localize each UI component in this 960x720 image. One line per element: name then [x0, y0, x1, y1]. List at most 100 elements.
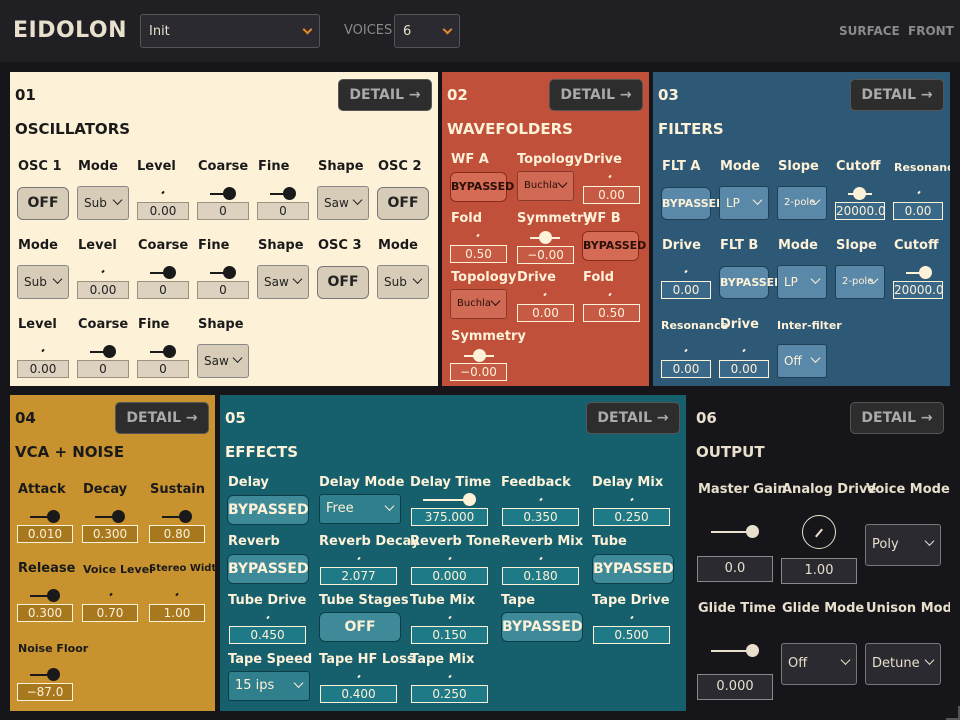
tape-speed-select[interactable]: 15 ips — [228, 671, 310, 701]
topology1-select[interactable]: Buchla — [517, 171, 574, 201]
drive1-knob[interactable] — [608, 174, 612, 179]
fine2-value[interactable]: 0 — [197, 281, 249, 299]
fine3-value[interactable]: 0 — [137, 360, 189, 378]
mode3-select[interactable]: Sub — [377, 265, 429, 299]
reverb-decay-knob[interactable] — [357, 556, 361, 561]
wfa-toggle[interactable]: BYPASSED — [450, 172, 514, 202]
delay-time-value[interactable]: 375.000 — [411, 508, 488, 526]
detail-button[interactable]: DETAIL → — [850, 79, 944, 111]
detail-button[interactable]: DETAIL → — [338, 79, 432, 111]
slider-knob[interactable] — [283, 187, 296, 200]
level1-knob[interactable] — [161, 190, 165, 195]
level2-value[interactable]: 0.00 — [77, 281, 129, 299]
front-link[interactable]: FRONT — [908, 24, 954, 38]
slider-knob[interactable] — [223, 187, 236, 200]
delay-mode-select[interactable]: Free — [319, 494, 401, 524]
coarse2-value[interactable]: 0 — [137, 281, 189, 299]
drive1-value[interactable]: 0.00 — [583, 186, 640, 204]
release-value[interactable]: 0.300 — [17, 604, 73, 622]
drive2-value[interactable]: 0.00 — [719, 360, 769, 378]
osc3-toggle[interactable]: OFF — [317, 266, 369, 299]
slope2-select[interactable]: 2-pole — [835, 265, 885, 299]
wfb-toggle[interactable]: BYPASSED — [582, 231, 646, 261]
coarse3-slider[interactable] — [90, 345, 116, 358]
tube-mix-knob[interactable] — [448, 615, 452, 620]
cutoff1-slider[interactable] — [848, 187, 872, 200]
detail-button[interactable]: DETAIL → — [115, 402, 209, 434]
slider-knob[interactable] — [853, 187, 866, 200]
fold2-knob[interactable] — [608, 292, 612, 297]
tube-stages-toggle[interactable]: OFF — [319, 612, 401, 642]
reverb-mix-value[interactable]: 0.180 — [502, 567, 579, 585]
resonance2-knob[interactable] — [684, 348, 688, 353]
tape-drive-value[interactable]: 0.500 — [593, 626, 670, 644]
drive1-value[interactable]: 0.00 — [661, 281, 711, 299]
delay-mix-value[interactable]: 0.250 — [593, 508, 670, 526]
tape-drive-knob[interactable] — [630, 615, 634, 620]
slider-knob[interactable] — [463, 493, 476, 506]
reverb-tone-knob[interactable] — [448, 556, 452, 561]
level3-knob[interactable] — [41, 348, 45, 353]
level1-value[interactable]: 0.00 — [137, 202, 189, 220]
slider-knob[interactable] — [539, 231, 552, 244]
slider-knob[interactable] — [746, 644, 759, 657]
resize-handle-icon[interactable] — [946, 706, 960, 720]
voices-select[interactable]: 6 — [394, 14, 460, 48]
symmetry2-value[interactable]: −0.00 — [450, 363, 507, 381]
slider-knob[interactable] — [47, 589, 60, 602]
fold1-value[interactable]: 0.50 — [450, 245, 507, 263]
master-gain-slider[interactable] — [711, 525, 759, 538]
stereo-width-knob[interactable] — [175, 592, 179, 597]
slider-knob[interactable] — [919, 266, 932, 279]
glide-mode-select[interactable]: Off — [781, 643, 857, 685]
drive2-value[interactable]: 0.00 — [517, 304, 574, 322]
voice-level-value[interactable]: 0.70 — [82, 604, 138, 622]
noise-floor-value[interactable]: −87.0 — [17, 683, 73, 701]
inter-filter-select[interactable]: Off — [777, 344, 827, 378]
resonance2-value[interactable]: 0.00 — [661, 360, 711, 378]
tape-toggle[interactable]: BYPASSED — [501, 612, 583, 642]
stereo-width-value[interactable]: 1.00 — [149, 604, 205, 622]
release-slider[interactable] — [30, 589, 60, 602]
level2-knob[interactable] — [101, 269, 105, 274]
decay-value[interactable]: 0.300 — [82, 525, 138, 543]
tape-mix-knob[interactable] — [448, 674, 452, 679]
attack-slider[interactable] — [30, 510, 60, 523]
symmetry1-slider[interactable] — [530, 231, 560, 244]
slider-knob[interactable] — [163, 345, 176, 358]
slider-knob[interactable] — [473, 349, 486, 362]
coarse3-value[interactable]: 0 — [77, 360, 129, 378]
slider-knob[interactable] — [112, 510, 125, 523]
slider-knob[interactable] — [47, 668, 60, 681]
analog-drive-dial[interactable] — [802, 515, 836, 549]
mode2-select[interactable]: LP — [777, 265, 827, 299]
master-gain-value[interactable]: 0.0 — [697, 556, 773, 582]
symmetry2-slider[interactable] — [464, 349, 494, 362]
detail-button[interactable]: DETAIL → — [586, 402, 680, 434]
osc2-toggle[interactable]: OFF — [377, 187, 429, 220]
tape-hf-loss-knob[interactable] — [357, 674, 361, 679]
slider-knob[interactable] — [223, 266, 236, 279]
symmetry1-value[interactable]: −0.00 — [517, 246, 574, 264]
resonance1-knob[interactable] — [917, 190, 921, 195]
attack-value[interactable]: 0.010 — [17, 525, 73, 543]
cutoff2-slider[interactable] — [906, 266, 932, 279]
sustain-value[interactable]: 0.80 — [149, 525, 205, 543]
tube-toggle[interactable]: BYPASSED — [592, 554, 674, 584]
delay-mix-knob[interactable] — [630, 497, 634, 502]
noise-floor-slider[interactable] — [30, 668, 60, 681]
glide-time-value[interactable]: 0.000 — [697, 674, 773, 700]
tape-mix-value[interactable]: 0.250 — [411, 685, 488, 703]
tube-mix-value[interactable]: 0.150 — [411, 626, 488, 644]
mode2-select[interactable]: Sub — [17, 265, 69, 299]
fltb-toggle[interactable]: BYPASSED — [719, 266, 783, 299]
decay-slider[interactable] — [95, 510, 125, 523]
shape3-select[interactable]: Saw — [197, 344, 249, 378]
unison-mode-select[interactable]: Detune — [865, 643, 941, 685]
cutoff2-value[interactable]: 20000.0 — [893, 281, 944, 299]
fine1-value[interactable]: 0 — [257, 202, 309, 220]
analog-drive-value[interactable]: 1.00 — [781, 558, 857, 584]
slider-knob[interactable] — [179, 510, 192, 523]
slider-knob[interactable] — [47, 510, 60, 523]
fine2-slider[interactable] — [210, 266, 236, 279]
